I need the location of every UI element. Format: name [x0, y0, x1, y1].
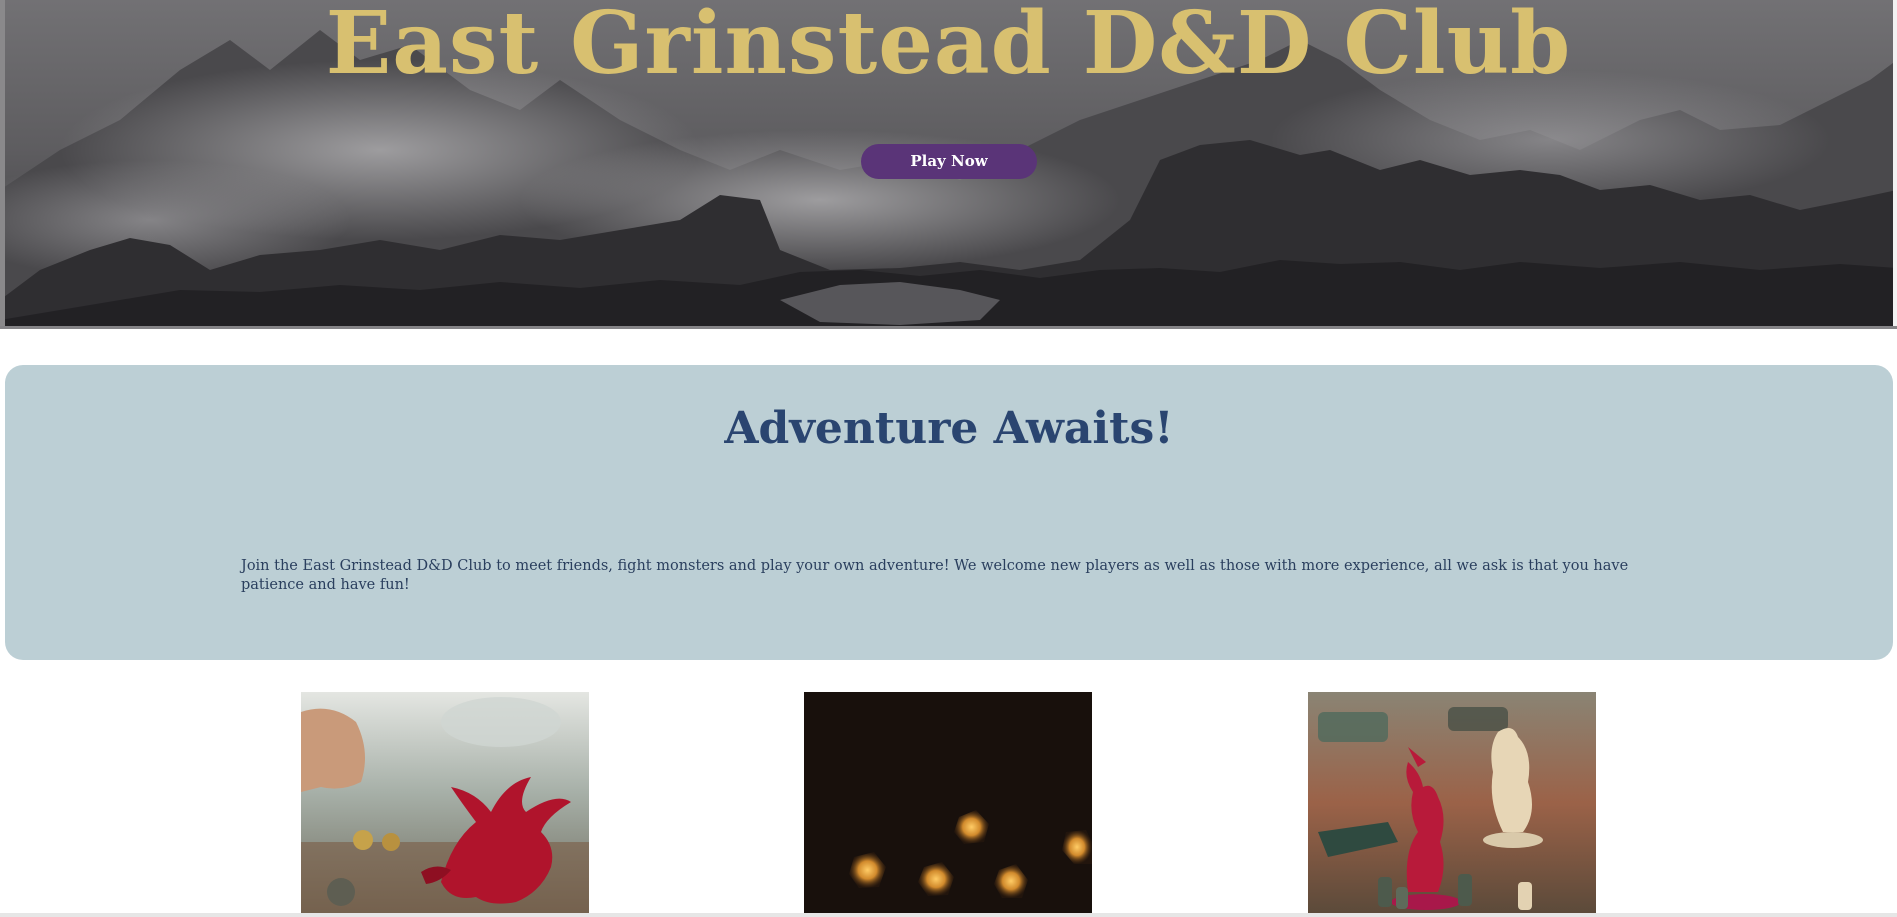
red-monster-miniature-image	[1308, 692, 1596, 914]
adventure-heading: Adventure Awaits!	[724, 403, 1174, 454]
adventure-description: Join the East Grinstead D&D Club to meet…	[241, 558, 1629, 593]
red-dragon-miniature-image	[301, 692, 589, 914]
hero-bottom-border	[0, 326, 1897, 329]
site-title: East Grinstead D&D Club	[325, 0, 1572, 94]
play-now-button[interactable]: Play Now	[861, 144, 1037, 179]
page: East Grinstead D&D Club Play Now Adventu…	[0, 0, 1897, 917]
hero-banner: East Grinstead D&D Club Play Now	[0, 0, 1897, 329]
bottom-edge	[0, 913, 1897, 917]
gallery-image-dragon	[301, 692, 589, 914]
adventure-panel: Adventure Awaits! Join the East Grinstea…	[5, 365, 1893, 660]
gallery-image-monster	[1308, 692, 1596, 914]
gallery-image-dice	[804, 692, 1092, 914]
glowing-dice-image	[804, 692, 1092, 914]
